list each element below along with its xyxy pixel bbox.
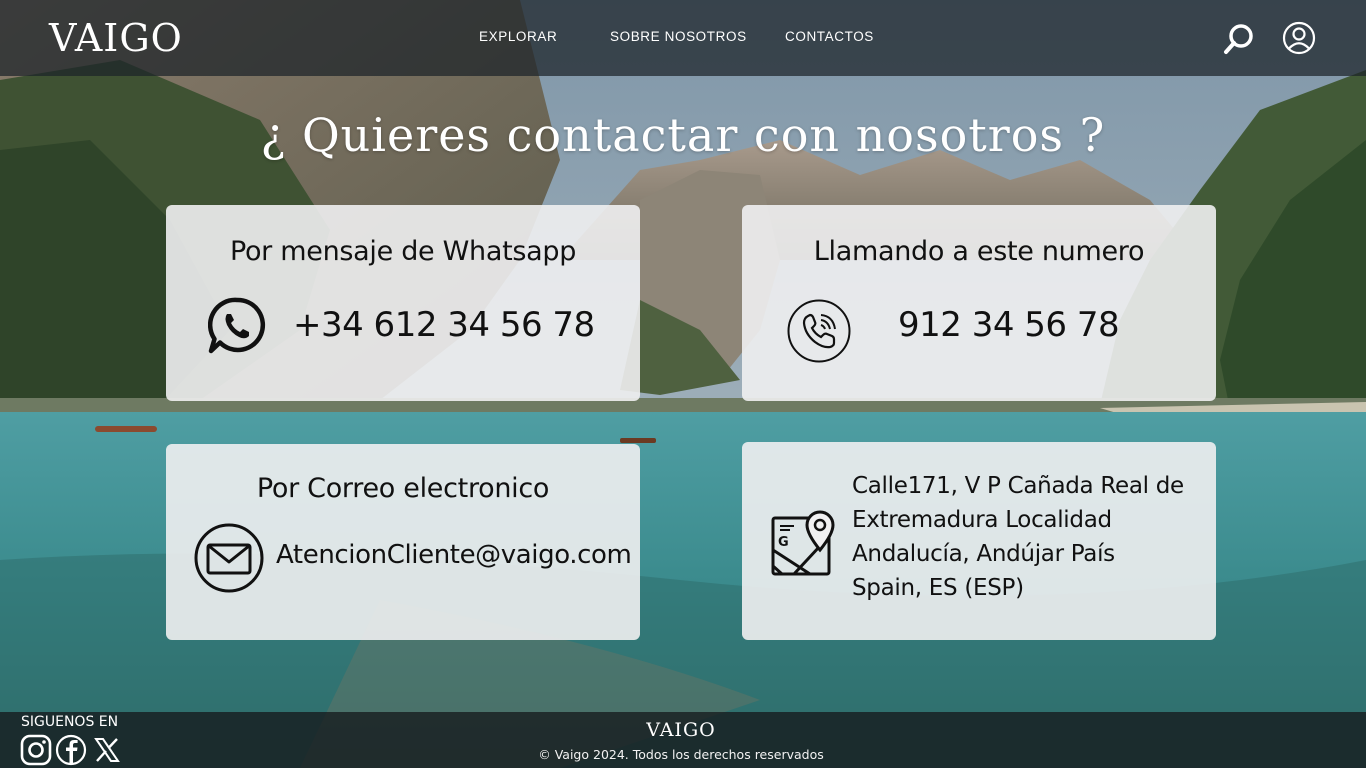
whatsapp-contact-card: Por mensaje de Whatsapp +34 612 34 56 78	[166, 205, 640, 401]
phone-call-icon[interactable]	[786, 298, 852, 364]
footer: SIGUENOS EN VAIGO © Vaigo 2024. Todos lo…	[0, 712, 1366, 768]
address-line: Calle171, V P Cañada Real de	[852, 473, 1184, 499]
page-title: ¿ Quieres contactar con nosotros ?	[260, 108, 1106, 162]
address-text: Calle171, V P Cañada Real de Extremadura…	[852, 469, 1202, 605]
svg-text:G: G	[778, 535, 789, 550]
nav-link-explorar[interactable]: EXPLORAR	[479, 29, 557, 44]
phone-contact-card: Llamando a este numero 912 34 56 78	[742, 205, 1216, 401]
whatsapp-number[interactable]: +34 612 34 56 78	[293, 305, 595, 345]
top-navbar: VAIGO EXPLORAR SOBRE NOSOTROS CONTACTOS	[0, 0, 1366, 76]
address-line: Spain, ES (ESP)	[852, 575, 1024, 601]
address-line: Andalucía, Andújar País	[852, 541, 1115, 567]
user-circle-icon[interactable]	[1282, 21, 1316, 55]
email-address[interactable]: AtencionCliente@vaigo.com	[276, 540, 632, 570]
phone-number[interactable]: 912 34 56 78	[898, 305, 1120, 345]
email-contact-card: Por Correo electronico AtencionCliente@v…	[166, 444, 640, 640]
search-icon[interactable]	[1222, 22, 1256, 56]
brand-logo[interactable]: VAIGO	[49, 14, 183, 62]
map-location-icon[interactable]: G	[770, 510, 836, 576]
nav-link-contactos[interactable]: CONTACTOS	[785, 29, 874, 44]
card-heading: Llamando a este numero	[813, 236, 1145, 267]
nav-link-sobre-nosotros[interactable]: SOBRE NOSOTROS	[610, 29, 747, 44]
card-heading: Por Correo electronico	[256, 473, 550, 504]
whatsapp-icon[interactable]	[207, 296, 266, 354]
mail-icon[interactable]	[193, 522, 265, 594]
footer-logo[interactable]: VAIGO	[0, 719, 1362, 741]
address-contact-card: G Calle171, V P Cañada Real de Extremadu…	[742, 442, 1216, 640]
card-heading: Por mensaje de Whatsapp	[229, 236, 577, 267]
copyright-text: © Vaigo 2024. Todos los derechos reserva…	[538, 747, 824, 762]
address-line: Extremadura Localidad	[852, 507, 1112, 533]
